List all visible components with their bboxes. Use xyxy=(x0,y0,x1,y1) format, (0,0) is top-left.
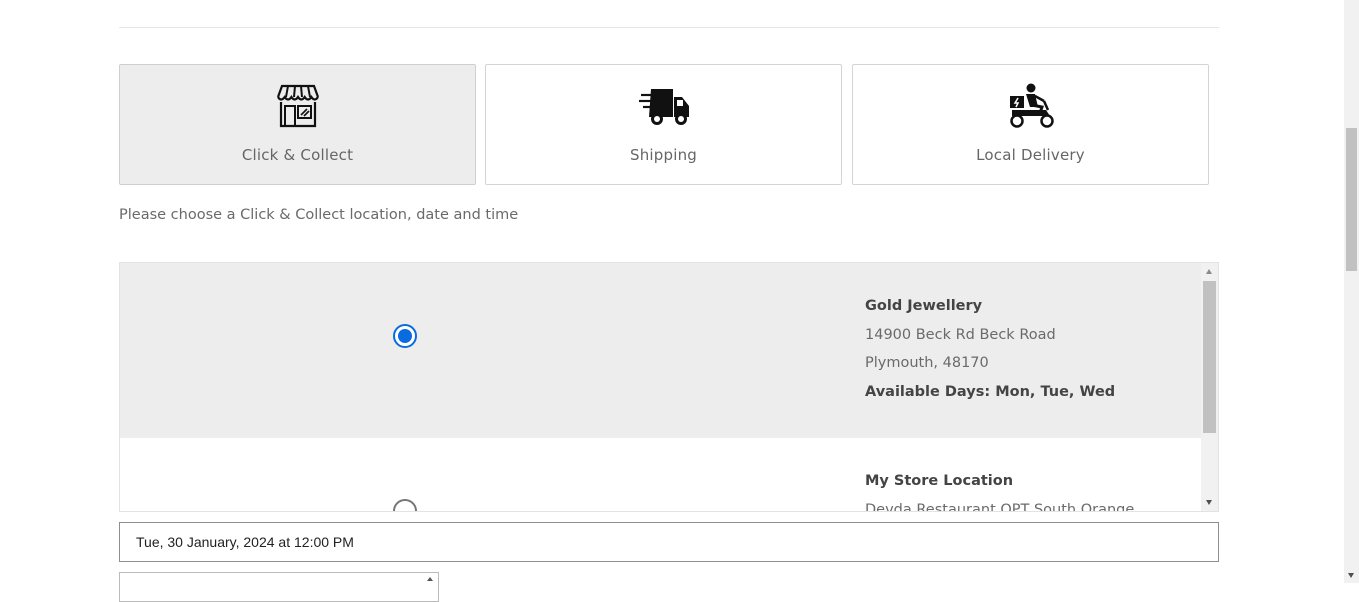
method-label: Click & Collect xyxy=(241,146,354,164)
location-address-line: Devda Restaurant OPT South Orange xyxy=(865,502,1135,512)
method-shipping[interactable]: Shipping xyxy=(485,64,842,185)
location-name: Gold Jewellery xyxy=(865,298,983,314)
scroll-down-arrow-icon[interactable] xyxy=(1206,500,1212,505)
location-list-scrollbar[interactable] xyxy=(1201,263,1218,511)
location-option-my-store[interactable]: My Store Location Devda Restaurant OPT S… xyxy=(120,438,1202,512)
caret-up-icon xyxy=(427,577,433,581)
scooter-delivery-icon xyxy=(1009,83,1054,128)
location-radio[interactable] xyxy=(393,324,417,348)
page-scrollbar[interactable] xyxy=(1344,0,1359,583)
location-city-zip: Plymouth, 48170 xyxy=(865,355,989,371)
scroll-down-arrow-icon[interactable] xyxy=(1348,573,1354,578)
method-click-collect[interactable]: Click & Collect xyxy=(119,64,476,185)
location-option-gold-jewellery[interactable]: Gold Jewellery 14900 Beck Rd Beck Road P… xyxy=(120,263,1202,438)
method-label: Local Delivery xyxy=(976,146,1085,164)
location-list[interactable]: Gold Jewellery 14900 Beck Rd Beck Road P… xyxy=(119,262,1219,512)
delivery-truck-icon xyxy=(638,89,689,125)
location-address-line: 14900 Beck Rd Beck Road xyxy=(865,327,1056,343)
store-icon xyxy=(276,84,319,128)
method-label: Shipping xyxy=(629,146,698,164)
pickup-time-select[interactable] xyxy=(119,572,439,602)
instruction-text: Please choose a Click & Collect location… xyxy=(119,207,519,223)
scroll-up-arrow-icon[interactable] xyxy=(1206,269,1212,274)
method-local-delivery[interactable]: Local Delivery xyxy=(852,64,1209,185)
page-scrollbar-thumb[interactable] xyxy=(1346,128,1357,271)
pickup-date-input[interactable]: Tue, 30 January, 2024 at 12:00 PM xyxy=(119,522,1219,562)
location-name: My Store Location xyxy=(865,473,1014,489)
location-available-days: Available Days: Mon, Tue, Wed xyxy=(865,384,1116,400)
section-divider xyxy=(119,27,1219,28)
location-radio[interactable] xyxy=(393,499,417,511)
scrollbar-thumb[interactable] xyxy=(1203,281,1216,433)
